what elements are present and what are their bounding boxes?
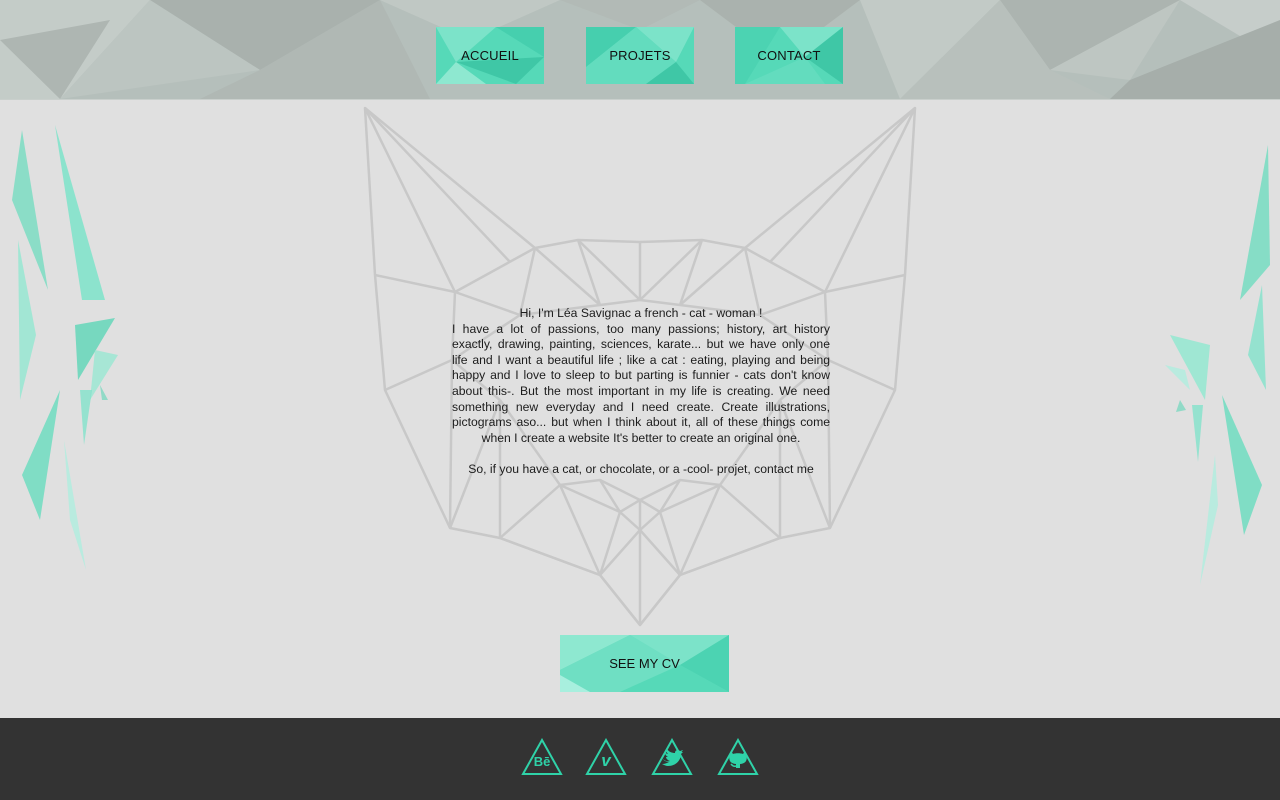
bio-closing: So, if you have a cat, or chocolate, or …	[468, 461, 814, 476]
vimeo-label: v	[601, 751, 611, 770]
nav-projets-button[interactable]: PROJETS	[586, 27, 694, 84]
behance-label: Bē	[533, 754, 551, 769]
see-my-cv-button[interactable]: SEE MY CV	[560, 635, 729, 692]
nav-contact-label: CONTACT	[757, 48, 821, 63]
bio-paragraph: I have a lot of passions, too many passi…	[452, 321, 830, 445]
github-octocat-icon	[717, 738, 759, 775]
nav-accueil-label: ACCUEIL	[461, 48, 519, 63]
nav-accueil-button[interactable]: ACCUEIL	[436, 27, 544, 84]
see-my-cv-label: SEE MY CV	[609, 656, 680, 671]
site-header: ACCUEIL PROJETS CONTACT	[0, 0, 1280, 100]
left-crystal-shards	[12, 125, 118, 570]
main-content: Hi, I'm Léa Savignac a french - cat - wo…	[0, 100, 1280, 718]
bio-text-block: Hi, I'm Léa Savignac a french - cat - wo…	[452, 306, 830, 478]
site-footer: Bē v	[0, 718, 1280, 800]
nav-contact-button[interactable]: CONTACT	[735, 27, 843, 84]
twitter-link[interactable]	[651, 738, 693, 776]
bio-greeting: Hi, I'm Léa Savignac a french - cat - wo…	[519, 306, 763, 320]
behance-link[interactable]: Bē	[521, 738, 563, 776]
nav-projets-label: PROJETS	[609, 48, 671, 63]
right-crystal-shards	[1165, 145, 1270, 585]
github-link[interactable]	[717, 738, 759, 776]
twitter-bird-icon	[651, 738, 693, 775]
vimeo-link[interactable]: v	[585, 738, 627, 776]
